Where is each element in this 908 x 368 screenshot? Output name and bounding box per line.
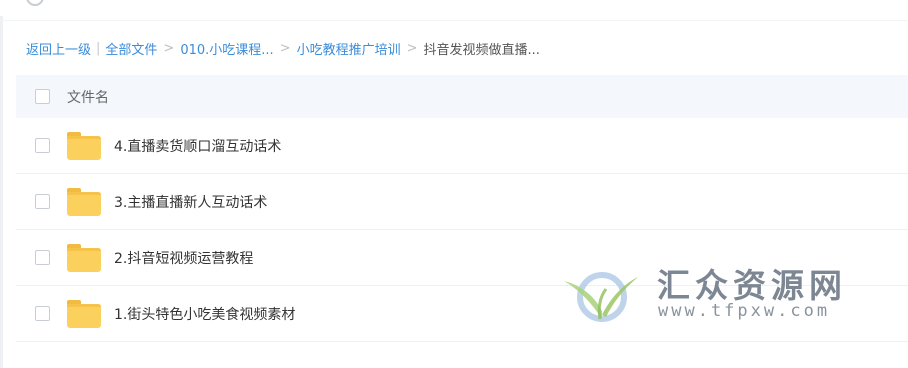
- file-name[interactable]: 2.抖音短视频运营教程: [114, 248, 253, 268]
- folder-icon: [67, 299, 101, 328]
- folder-icon: [67, 243, 101, 272]
- breadcrumb-course-folder[interactable]: 010.小吃课程...: [180, 39, 273, 58]
- file-name[interactable]: 4.直播卖货顺口溜互动话术: [114, 136, 281, 156]
- column-header-filename[interactable]: 文件名: [67, 87, 109, 107]
- breadcrumb-training-folder[interactable]: 小吃教程推广培训: [297, 39, 401, 58]
- select-all-checkbox[interactable]: [35, 89, 50, 104]
- folder-icon: [67, 131, 101, 160]
- watermark-title: 汇众资源网: [657, 266, 847, 305]
- breadcrumb-arrow: >: [406, 40, 418, 56]
- watermark-url: www.tfpxw.com: [658, 301, 831, 321]
- breadcrumb: 返回上一级 | 全部文件 > 010.小吃课程... > 小吃教程推广培训 > …: [26, 38, 540, 58]
- file-row[interactable]: 4.直播卖货顺口溜互动话术: [16, 118, 908, 174]
- file-list-header: 文件名: [16, 75, 908, 118]
- file-row[interactable]: 3.主播直播新人互动话术: [16, 174, 908, 230]
- back-link[interactable]: 返回上一级: [26, 39, 91, 58]
- divider: [0, 20, 908, 21]
- watermark: 汇众资源网 www.tfpxw.com: [562, 255, 862, 335]
- file-name[interactable]: 3.主播直播新人互动话术: [114, 192, 267, 212]
- file-name[interactable]: 1.街头特色小吃美食视频素材: [114, 304, 295, 324]
- row-checkbox[interactable]: [35, 194, 50, 209]
- breadcrumb-current: 抖音发视频做直播...: [423, 42, 540, 58]
- breadcrumb-pipe: |: [96, 40, 101, 56]
- row-checkbox[interactable]: [35, 138, 50, 153]
- breadcrumb-arrow: >: [279, 40, 291, 56]
- row-checkbox[interactable]: [35, 250, 50, 265]
- toolbar-icon[interactable]: [26, 0, 44, 6]
- breadcrumb-all-files[interactable]: 全部文件: [105, 39, 157, 58]
- folder-icon: [67, 187, 101, 216]
- breadcrumb-arrow: >: [163, 40, 175, 56]
- sprout-leaf-icon: [564, 272, 638, 322]
- top-toolbar-edge: [0, 0, 908, 21]
- left-divider: [0, 0, 3, 368]
- row-checkbox[interactable]: [35, 306, 50, 321]
